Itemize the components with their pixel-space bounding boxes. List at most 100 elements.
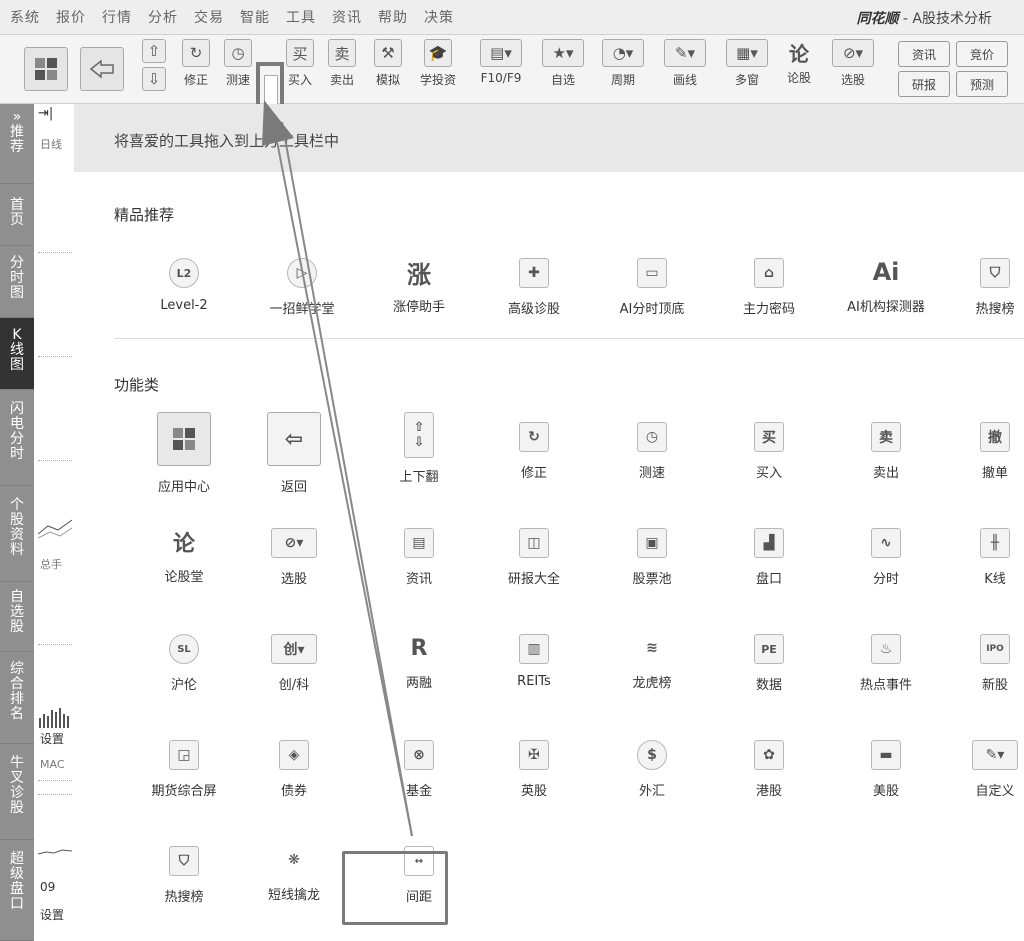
tool-speed-test[interactable]: ◷ 测速 xyxy=(597,422,707,481)
tool-data[interactable]: PE 数据 xyxy=(714,634,824,693)
tool-back[interactable]: ⇦ 返回 xyxy=(239,412,349,495)
tool-main-force[interactable]: ⌂ 主力密码 xyxy=(714,258,824,317)
toolbar-period[interactable]: ◔▾ 周期 xyxy=(602,39,644,88)
toolbar-refresh[interactable]: ↻ 修正 xyxy=(182,39,210,88)
tool-news[interactable]: ▤ 资讯 xyxy=(364,528,474,587)
tool-order-book[interactable]: ▟ 盘口 xyxy=(714,528,824,587)
menu-smart[interactable]: 智能 xyxy=(240,7,270,27)
sidebar-item-diagnosis[interactable]: 牛叉诊股 xyxy=(0,744,34,840)
tool-cancel-order[interactable]: 撤撤单 xyxy=(940,422,1024,481)
tool-shanghai-london[interactable]: SL 沪伦 xyxy=(129,634,239,693)
tool-app-center[interactable]: 应用中心 xyxy=(129,412,239,495)
sidebar-item-home[interactable]: 首页 xyxy=(0,184,34,246)
tool-page-up-down[interactable]: ⇧ ⇩ 上下翻 xyxy=(364,412,474,485)
tool-growth-star[interactable]: 创▾ 创/科 xyxy=(239,634,349,693)
sidebar-item-ranking[interactable]: 综合排名 xyxy=(0,652,34,744)
tool-hot-search[interactable]: ⛉ 热搜榜 xyxy=(940,258,1024,317)
toolbar-multi-window[interactable]: ▦▾ 多窗 xyxy=(726,39,768,88)
down-arrow-icon[interactable]: ⇩ xyxy=(142,67,166,91)
book-icon: ◫ xyxy=(519,528,549,558)
tool-discussion-hall[interactable]: 论论股堂 xyxy=(129,528,239,585)
tool-hot-events[interactable]: ♨ 热点事件 xyxy=(831,634,941,693)
tool-screener[interactable]: ⊘▾ 选股 xyxy=(239,528,349,587)
futures-icon: ◲ xyxy=(169,740,199,770)
forecast-button[interactable]: 预测 xyxy=(956,71,1008,97)
shield-icon: ⛉ xyxy=(169,846,199,876)
tool-bonds[interactable]: ◈ 债券 xyxy=(239,740,349,799)
tool-dragon-tiger[interactable]: ≋ 龙虎榜 xyxy=(597,634,707,691)
candlestick-fragment xyxy=(38,519,72,539)
pin-icon[interactable]: ⇥| xyxy=(38,106,53,121)
toolbar-f10[interactable]: ▤▾ F10/F9 xyxy=(480,39,522,85)
refresh-icon: ↻ xyxy=(182,39,210,67)
graduation-cap-icon: 🎓 xyxy=(424,39,452,67)
tool-futures[interactable]: ◲ 期货综合屏 xyxy=(129,740,239,799)
app-center-button[interactable] xyxy=(24,47,68,91)
tool-ipo[interactable]: IPO 新股 xyxy=(940,634,1024,693)
toolbar-buy[interactable]: 买 买入 xyxy=(286,39,314,88)
tool-yizhaoxian[interactable]: ▷ 一招鲜学堂 xyxy=(247,258,357,317)
lock-icon: ⌂ xyxy=(754,258,784,288)
tool-margin[interactable]: R 两融 xyxy=(364,634,474,692)
tool-level2[interactable]: L2 Level-2 xyxy=(129,258,239,313)
tool-timeshare[interactable]: ∿ 分时 xyxy=(831,528,941,587)
menu-decision[interactable]: 决策 xyxy=(424,7,454,27)
menu-market[interactable]: 行情 xyxy=(102,7,132,27)
cancel-order-icon: 撤 xyxy=(980,422,1010,452)
tool-stock-pool[interactable]: ▣ 股票池 xyxy=(597,528,707,587)
toolbar-watchlist[interactable]: ★▾ 自选 xyxy=(542,39,584,88)
menu-tools[interactable]: 工具 xyxy=(286,7,316,27)
back-button[interactable] xyxy=(80,47,124,91)
auction-button[interactable]: 竞价 xyxy=(956,41,1008,67)
tool-us-stocks[interactable]: ▬ 美股 xyxy=(831,740,941,799)
tool-custom[interactable]: ✎▾ 自定义 xyxy=(940,740,1024,799)
toolbar-discuss[interactable]: 论 论股 xyxy=(786,39,812,86)
settings-link[interactable]: 设置 xyxy=(40,730,64,747)
tool-ai-detector[interactable]: Ai AI机构探测器 xyxy=(831,258,941,315)
settings-link[interactable]: 设置 xyxy=(40,906,64,923)
tool-ai-top-bottom[interactable]: ▭ AI分时顶底 xyxy=(597,258,707,317)
news-button[interactable]: 资讯 xyxy=(898,41,950,67)
menu-quote[interactable]: 报价 xyxy=(56,7,86,27)
up-arrow-icon[interactable]: ⇧ xyxy=(142,39,166,63)
tool-short-term-dragon[interactable]: ❋ 短线擒龙 xyxy=(239,846,349,903)
tool-label: 分时 xyxy=(872,572,899,587)
tool-buy[interactable]: 买买入 xyxy=(714,422,824,481)
toolbar-speed-test[interactable]: ◷ 测速 xyxy=(224,39,252,88)
tool-sell[interactable]: 卖卖出 xyxy=(831,422,941,481)
sidebar-item-timeshare[interactable]: 分时图 xyxy=(0,246,34,318)
panel-instruction: 将喜爱的工具拖入到上方工具栏中 xyxy=(114,132,340,150)
tool-uk-stocks[interactable]: ✠ 英股 xyxy=(479,740,589,799)
toolbar-learn[interactable]: 🎓 学投资 xyxy=(420,39,456,88)
section-premium-title: 精品推荐 xyxy=(114,206,175,224)
sidebar-item-watchlist[interactable]: 自选股 xyxy=(0,582,34,652)
sidebar-item-flash-timeshare[interactable]: 闪电分时 xyxy=(0,390,34,486)
toolbar-sell[interactable]: 卖 卖出 xyxy=(328,39,356,88)
sidebar-item-stock-profile[interactable]: 个股资料 xyxy=(0,486,34,582)
sidebar-item-super-book[interactable]: 超级盘口 xyxy=(0,840,34,941)
sidebar-item-kline[interactable]: K线图 xyxy=(0,318,34,390)
menu-trade[interactable]: 交易 xyxy=(194,7,224,27)
tool-limit-up[interactable]: 涨涨停助手 xyxy=(364,258,474,316)
menu-help[interactable]: 帮助 xyxy=(378,7,408,27)
menu-system[interactable]: 系统 xyxy=(10,7,40,27)
toolbar-simulate[interactable]: ⚒ 模拟 xyxy=(374,39,402,88)
research-button[interactable]: 研报 xyxy=(898,71,950,97)
page-up-down[interactable]: ⇧ ⇩ xyxy=(142,39,166,91)
volume-bars xyxy=(39,708,69,728)
tool-hk-stocks[interactable]: ✿ 港股 xyxy=(714,740,824,799)
tool-refresh[interactable]: ↻ 修正 xyxy=(479,422,589,481)
tool-advanced-diagnosis[interactable]: ✚ 高级诊股 xyxy=(479,258,589,317)
sidebar-item-recommend[interactable]: » 推荐 xyxy=(0,104,34,184)
tool-forex[interactable]: $ 外汇 xyxy=(597,740,707,799)
menu-news[interactable]: 资讯 xyxy=(332,7,362,27)
toolbar-draw[interactable]: ✎▾ 画线 xyxy=(664,39,706,88)
tool-research[interactable]: ◫ 研报大全 xyxy=(479,528,589,587)
menu-analysis[interactable]: 分析 xyxy=(148,7,178,27)
tool-kline[interactable]: ╫ K线 xyxy=(940,528,1024,587)
tool-reits[interactable]: ▥ REITs xyxy=(479,634,589,689)
tool-funds[interactable]: ⊗ 基金 xyxy=(364,740,474,799)
tool-hot-search-2[interactable]: ⛉ 热搜榜 xyxy=(129,846,239,905)
expand-icon[interactable]: » xyxy=(13,109,22,125)
toolbar-screener[interactable]: ⊘▾ 选股 xyxy=(832,39,874,88)
